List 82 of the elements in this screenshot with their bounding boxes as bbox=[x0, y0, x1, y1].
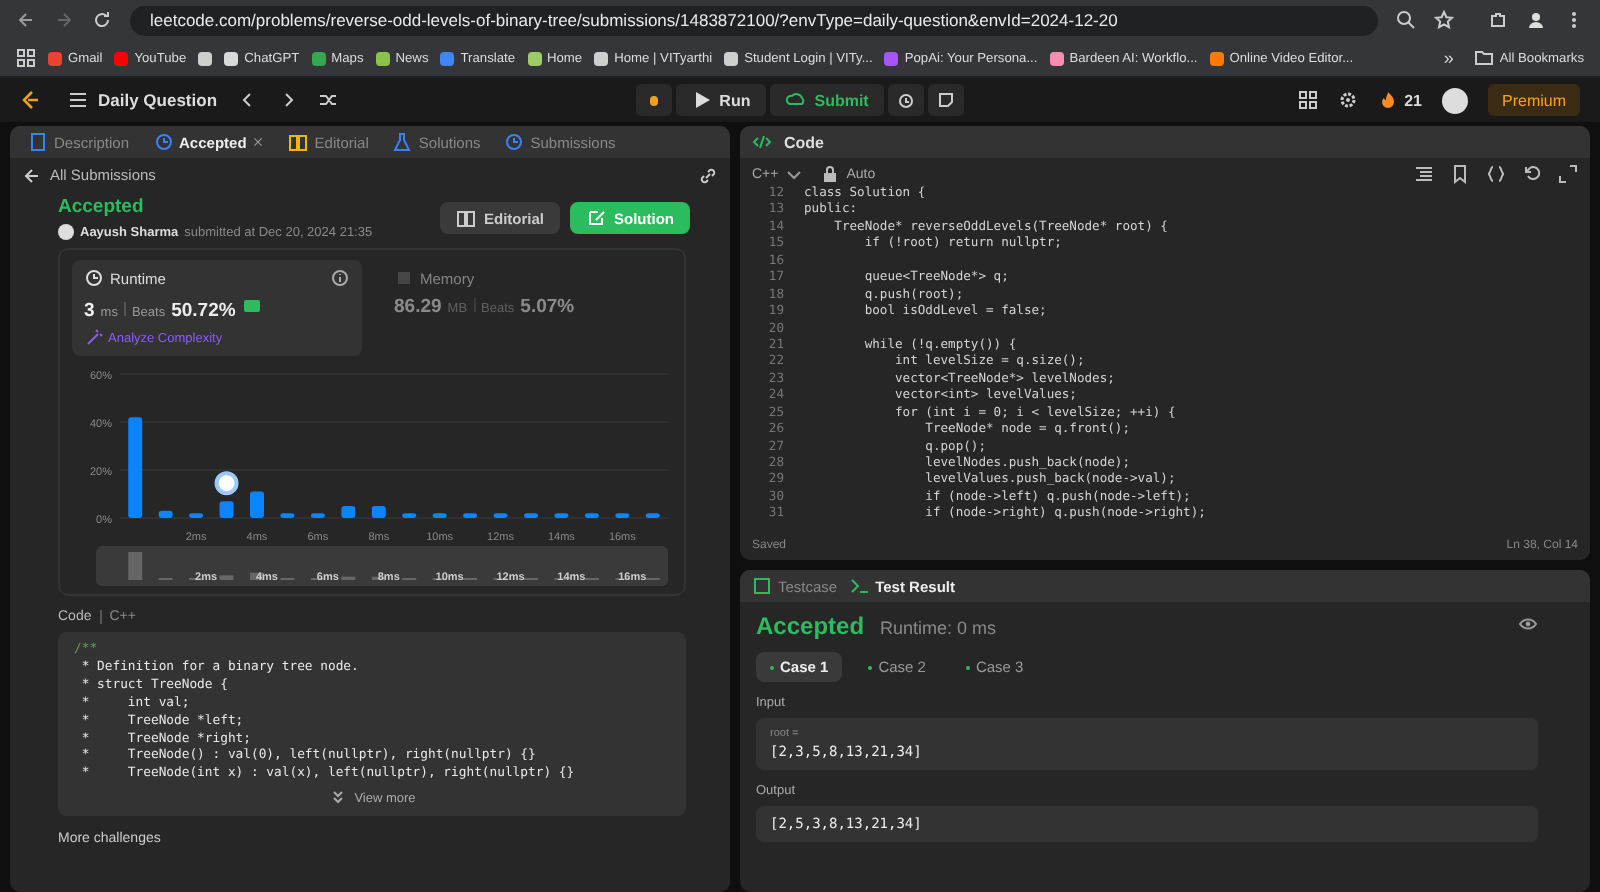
premium-button[interactable]: Premium bbox=[1488, 84, 1581, 116]
address-bar[interactable]: leetcode.com/problems/reverse-odd-levels-of-binary-tree/submissions/1483872100/?envType=daily-question&envId=2024-12-20 bbox=[130, 5, 1378, 35]
play-icon bbox=[691, 90, 712, 110]
histogram-bar[interactable] bbox=[341, 506, 356, 518]
panel-title: Code bbox=[784, 133, 824, 151]
info-icon[interactable] bbox=[330, 268, 350, 288]
cloud-icon bbox=[786, 90, 807, 110]
user-marker bbox=[214, 471, 239, 496]
histogram-bar[interactable] bbox=[158, 510, 173, 518]
problem-list-button[interactable]: Daily Question bbox=[68, 90, 218, 110]
lock-icon bbox=[820, 164, 841, 184]
metric-value: 3 bbox=[84, 300, 95, 322]
histogram-bar[interactable] bbox=[128, 417, 143, 518]
expand-icon[interactable] bbox=[1558, 164, 1578, 184]
braces-icon[interactable] bbox=[1486, 164, 1506, 184]
beats-percent: 5.07% bbox=[520, 296, 575, 318]
site-icon[interactable] bbox=[198, 51, 213, 65]
histogram-bar[interactable] bbox=[250, 491, 264, 518]
eye-icon[interactable] bbox=[1518, 614, 1538, 634]
edit-icon bbox=[586, 208, 606, 228]
wand-icon bbox=[84, 328, 104, 348]
settings-icon[interactable] bbox=[1338, 90, 1359, 110]
histogram-bar[interactable] bbox=[432, 513, 447, 518]
flask-icon bbox=[392, 132, 413, 152]
histogram-bar[interactable] bbox=[645, 513, 660, 518]
histogram-bar[interactable] bbox=[463, 513, 478, 518]
clock-icon bbox=[84, 268, 104, 288]
histogram-bar[interactable] bbox=[524, 513, 538, 518]
link-icon[interactable] bbox=[698, 165, 718, 185]
star-icon[interactable] bbox=[1434, 10, 1454, 30]
book-icon bbox=[455, 208, 476, 228]
checkbox-icon bbox=[752, 576, 772, 596]
histogram-bar[interactable] bbox=[219, 501, 234, 518]
histogram-bar[interactable] bbox=[310, 513, 325, 518]
layout-icon[interactable] bbox=[1298, 90, 1319, 110]
metric-value: 86.29 bbox=[394, 296, 442, 318]
close-icon[interactable] bbox=[252, 136, 265, 148]
reload-icon[interactable] bbox=[92, 10, 112, 30]
book-icon bbox=[288, 132, 309, 152]
doc-icon bbox=[28, 132, 48, 152]
streak-counter[interactable]: 21 bbox=[1378, 90, 1422, 110]
folder-icon bbox=[1473, 48, 1494, 68]
submission-status: Accepted bbox=[58, 196, 146, 218]
histogram-bar[interactable] bbox=[402, 513, 417, 518]
histogram-bar[interactable] bbox=[371, 506, 386, 518]
histogram-bar[interactable] bbox=[280, 513, 295, 518]
alarm-clock-icon[interactable] bbox=[888, 84, 925, 116]
run-button[interactable]: Run bbox=[675, 84, 767, 116]
histogram-bar[interactable] bbox=[189, 513, 204, 518]
puzzle-icon[interactable] bbox=[1488, 10, 1508, 30]
terminal-icon bbox=[849, 576, 870, 596]
apps-grid-icon[interactable] bbox=[16, 48, 36, 68]
histogram-bar[interactable] bbox=[554, 513, 569, 518]
runtime-text: Runtime: 0 ms bbox=[880, 618, 997, 638]
zoom-icon[interactable] bbox=[1396, 10, 1416, 30]
back-icon[interactable] bbox=[16, 10, 36, 30]
histogram-bar[interactable] bbox=[584, 513, 599, 518]
histogram-bar[interactable] bbox=[615, 513, 630, 518]
format-icon[interactable] bbox=[1414, 164, 1434, 184]
range-navigator[interactable] bbox=[96, 546, 668, 586]
clock-icon bbox=[504, 132, 525, 152]
result-status: Accepted bbox=[756, 612, 865, 640]
submit-button[interactable]: Submit bbox=[770, 84, 885, 116]
chip-icon bbox=[394, 268, 414, 288]
undo-icon[interactable] bbox=[1522, 164, 1542, 184]
shuffle-icon[interactable] bbox=[317, 90, 338, 110]
note-icon[interactable] bbox=[928, 84, 965, 116]
more-bookmarks-button[interactable]: » bbox=[1443, 48, 1454, 68]
back-arrow-icon bbox=[22, 165, 42, 185]
avatar bbox=[58, 224, 74, 240]
code-icon bbox=[752, 132, 772, 152]
histogram-bar[interactable] bbox=[493, 513, 508, 518]
fire-icon bbox=[1378, 90, 1399, 110]
double-chevron-icon bbox=[328, 788, 349, 809]
avatar[interactable] bbox=[1442, 87, 1468, 113]
profile-icon[interactable] bbox=[1526, 10, 1546, 30]
clock-icon bbox=[153, 132, 174, 152]
badge-icon bbox=[241, 296, 262, 316]
beats-percent: 50.72% bbox=[171, 300, 236, 322]
logo-icon[interactable] bbox=[20, 90, 40, 110]
bookmark-icon[interactable] bbox=[1450, 164, 1470, 184]
list-icon bbox=[68, 90, 88, 110]
